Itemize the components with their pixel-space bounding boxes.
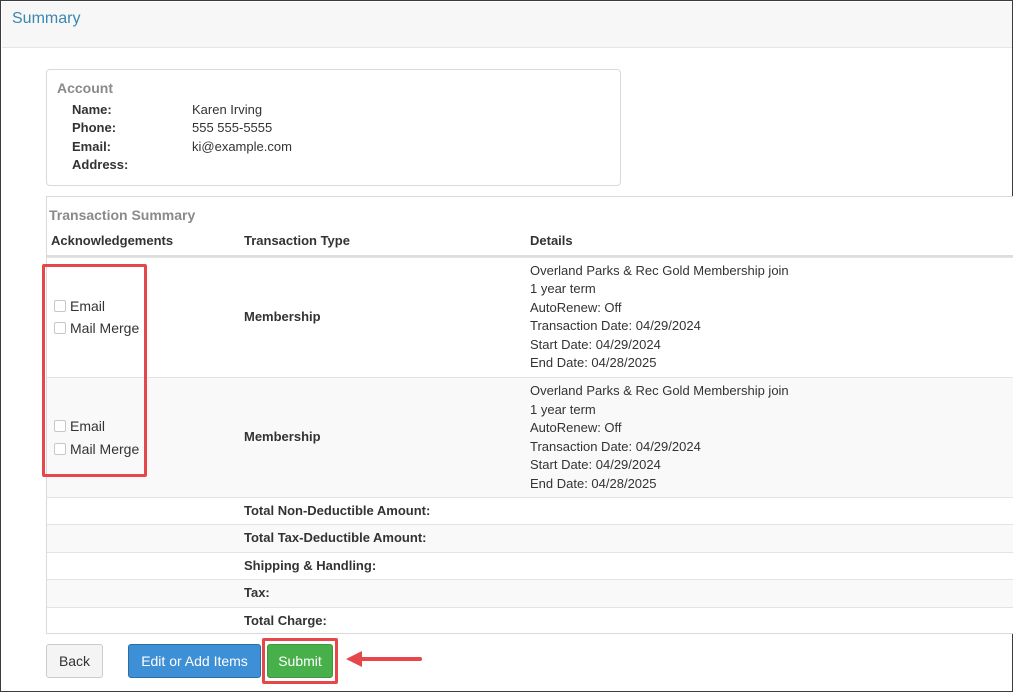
detail-line: End Date: 04/28/2025: [530, 355, 657, 370]
detail-line: 1 year term: [530, 281, 596, 296]
page-frame: Summary Account Name: Karen Irving Phone…: [0, 0, 1013, 692]
detail-line: Overland Parks & Rec Gold Membership joi…: [530, 383, 789, 398]
table-row: Email Mail Merge Membership Overland Par…: [47, 377, 1013, 497]
detail-line: Start Date: 04/29/2024: [530, 337, 661, 352]
total-row: Total Charge:: [47, 607, 1013, 634]
detail-line: Transaction Date: 04/29/2024: [530, 439, 701, 454]
total-tax-deductible-label: Total Tax-Deductible Amount:: [244, 530, 427, 545]
phone-value: 555 555-5555: [192, 120, 273, 135]
page-header: Summary: [2, 2, 1012, 48]
tax-label: Tax:: [244, 585, 270, 600]
submit-highlight: [262, 638, 338, 684]
address-label: Address:: [72, 157, 129, 172]
name-value: Karen Irving: [192, 102, 263, 117]
detail-line: Start Date: 04/29/2024: [530, 457, 661, 472]
name-label: Name:: [72, 102, 112, 117]
edit-or-add-items-button[interactable]: Edit or Add Items: [128, 644, 261, 678]
total-row: Total Non-Deductible Amount:: [47, 497, 1013, 524]
column-header-acknowledgements: Acknowledgements: [51, 233, 174, 248]
email-label: Email:: [72, 139, 112, 154]
transaction-type: Membership: [244, 429, 321, 444]
detail-line: Overland Parks & Rec Gold Membership joi…: [530, 263, 789, 278]
total-non-deductible-label: Total Non-Deductible Amount:: [244, 503, 431, 518]
page-title: Summary: [12, 10, 81, 27]
transaction-summary-panel: Transaction Summary Acknowledgements Tra…: [46, 196, 1013, 634]
detail-line: 1 year term: [530, 402, 596, 417]
arrow-left-icon: [346, 651, 422, 667]
column-header-details: Details: [530, 233, 573, 248]
detail-line: AutoRenew: Off: [530, 300, 622, 315]
total-row: Tax:: [47, 579, 1013, 607]
phone-label: Phone:: [72, 120, 117, 135]
transaction-type: Membership: [244, 309, 321, 324]
total-row: Total Tax-Deductible Amount:: [47, 524, 1013, 552]
email-value: ki@example.com: [192, 139, 292, 154]
detail-line: AutoRenew: Off: [530, 420, 622, 435]
account-panel: Account Name: Karen Irving Phone: 555 55…: [46, 69, 621, 186]
detail-line: Transaction Date: 04/29/2024: [530, 318, 701, 333]
shipping-handling-label: Shipping & Handling:: [244, 558, 377, 573]
table-row: Email Mail Merge Membership Overland Par…: [47, 257, 1013, 377]
total-charge-label: Total Charge:: [244, 613, 327, 628]
acknowledgements-highlight: [42, 264, 147, 477]
back-button[interactable]: Back: [46, 644, 103, 678]
detail-line: End Date: 04/28/2025: [530, 476, 657, 491]
total-row: Shipping & Handling:: [47, 552, 1013, 579]
transaction-summary-title: Transaction Summary: [49, 207, 196, 223]
column-header-transaction-type: Transaction Type: [244, 233, 350, 248]
account-title: Account: [57, 80, 113, 96]
